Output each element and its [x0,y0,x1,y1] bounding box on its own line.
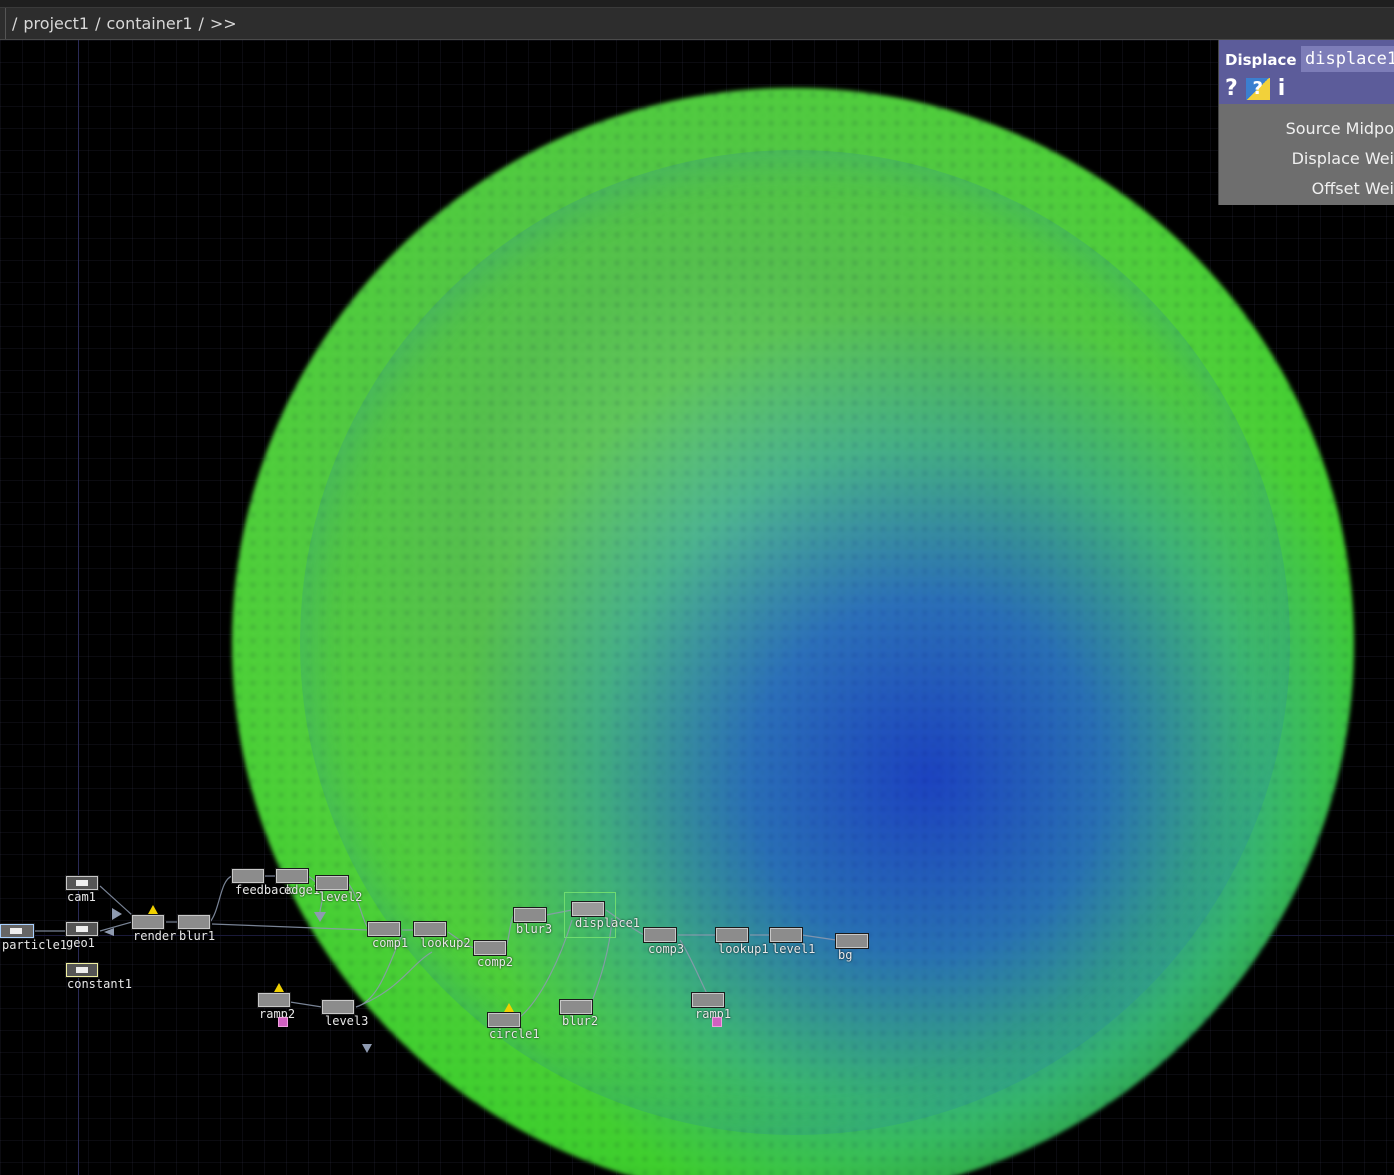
camera-icon [76,880,88,886]
node-circle1-thumb [488,1013,520,1027]
node-constant1-thumb [66,963,98,977]
node-level1-thumb [770,928,802,942]
node-displace1-label: displace1 [575,916,641,930]
operator-type-label: Displace [1225,51,1297,69]
network-editor[interactable]: cam1 geo1 particle1 constant1 render blu… [0,40,1394,1175]
node-blur3-thumb [514,908,546,922]
node-level2-label: level2 [319,890,363,904]
node-blur3-label: blur3 [516,922,553,936]
node-edge1-thumb [276,869,308,883]
param-offset-weight[interactable]: Offset Wei [1219,174,1394,204]
node-level2-thumb [316,876,348,890]
node-comp2-thumb [474,941,506,955]
parameter-panel-header: Displace displace1 ? ? i [1219,40,1394,104]
node-lookup2-thumb [414,922,446,936]
node-cam1-thumb [66,876,98,890]
node-bg-thumb [836,934,868,948]
node-bg-label: bg [838,948,853,962]
node-lookup2-label: lookup2 [420,936,471,950]
particle-icon [10,928,22,934]
parameter-list: Source Midpo Displace Wei Offset Wei [1219,104,1394,204]
breadcrumb-item-project1[interactable]: project1 [23,14,89,33]
node-comp3-label: comp3 [648,942,685,956]
node-cam1-label: cam1 [67,890,96,904]
node-circle1-label: circle1 [489,1027,540,1041]
warning-icon [504,1003,514,1012]
window-top-strip [0,0,1394,7]
node-ramp1-thumb [692,993,724,1007]
node-particle1-thumb [0,924,34,938]
node-lookup1-thumb [716,928,748,942]
breadcrumb-separator: / [95,14,101,33]
geometry-icon [76,926,88,932]
network-path-bar: / project1 / container1 / >> [0,7,1394,40]
breadcrumb-root-separator: / [12,14,18,33]
warning-icon [274,983,284,992]
node-comp1-label: comp1 [372,936,409,950]
node-comp2-label: comp2 [477,955,514,969]
node-render-thumb [132,915,164,929]
panel-help-icons: ? ? i [1225,78,1285,100]
node-comp3-thumb [644,928,676,942]
node-displace1-thumb [572,902,604,916]
node-geo1-thumb [66,922,98,936]
node-lookup1-label: lookup1 [718,942,769,956]
node-geo1-label: geo1 [66,936,95,950]
node-blur1-label: blur1 [179,929,216,943]
warning-icon [148,905,158,914]
param-source-midpoint[interactable]: Source Midpo [1219,114,1394,144]
node-render-label: render [133,929,177,943]
node-feedback-thumb [232,869,264,883]
node-blur2-thumb [560,1000,592,1014]
node-ramp2-thumb [258,993,290,1007]
node-edge1-label: edge1 [284,883,321,897]
breadcrumb-item-container1[interactable]: container1 [107,14,193,33]
node-blur2-label: blur2 [562,1014,599,1028]
info-icon[interactable]: i [1278,78,1286,100]
node-constant1-label: constant1 [67,977,133,991]
node-ramp2-parameter-icon[interactable] [278,1017,288,1027]
parameter-panel: Displace displace1 ? ? i Source Midpo Di… [1218,40,1394,205]
node-comp1-thumb [368,922,400,936]
python-help-icon[interactable]: ? [1245,78,1270,100]
node-level3-label: level3 [325,1014,369,1028]
node-particle1-label: particle1 [2,938,68,952]
help-icon[interactable]: ? [1225,78,1238,100]
constant-icon [76,967,88,973]
node-ramp1-parameter-icon[interactable] [712,1017,722,1027]
node-blur1-thumb [178,915,210,929]
param-displace-weight[interactable]: Displace Wei [1219,144,1394,174]
breadcrumb-separator: / [198,14,204,33]
node-level3-thumb [322,1000,354,1014]
breadcrumb-more-button[interactable]: >> [210,14,237,33]
breadcrumb: / project1 / container1 / >> [6,14,237,33]
operator-name-field[interactable]: displace1 [1301,46,1394,72]
node-level1-label: level1 [772,942,816,956]
